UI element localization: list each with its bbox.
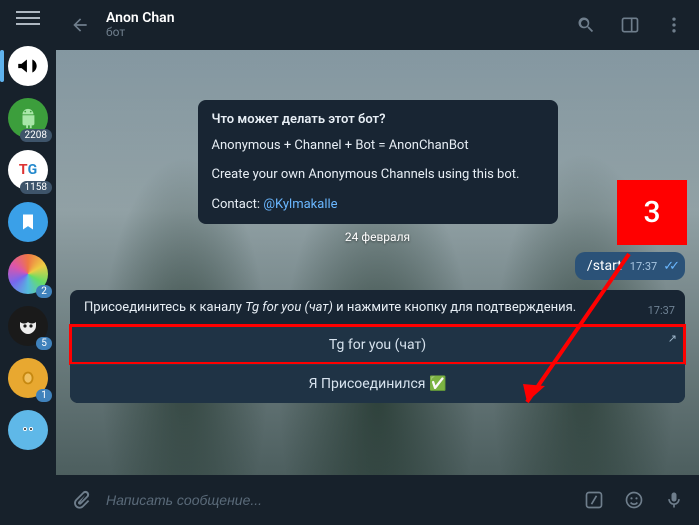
inline-keyboard: Tg for you (чат) ↗ Я Присоединился ✅ xyxy=(70,325,685,403)
chat-list-item-6[interactable]: 5 xyxy=(6,304,50,348)
chat-list-item-1[interactable] xyxy=(6,44,50,88)
compose-bar xyxy=(56,475,699,525)
avatar-face xyxy=(8,410,48,450)
message-input[interactable] xyxy=(106,492,569,508)
chat-list-item-2[interactable]: 2208 xyxy=(6,96,50,140)
outgoing-text: /start xyxy=(587,258,622,274)
read-checks-icon: ✓✓ xyxy=(663,259,675,274)
date-separator: 24 февраля xyxy=(70,230,685,244)
unread-badge: 1158 xyxy=(20,181,52,194)
unread-badge: 2208 xyxy=(20,129,52,142)
hamburger-menu-icon[interactable] xyxy=(16,6,40,30)
more-icon[interactable] xyxy=(657,8,691,42)
chat-subtitle: бот xyxy=(106,26,559,40)
back-arrow-icon[interactable] xyxy=(64,9,96,41)
inline-button-joined[interactable]: Я Присоединился ✅ xyxy=(70,364,685,403)
app-root: 2208 TG 1158 2 5 1 xyxy=(0,0,699,525)
unread-badge: 5 xyxy=(36,337,52,350)
chat-list-item-8[interactable] xyxy=(6,408,50,452)
incoming-time: 17:37 xyxy=(648,304,675,317)
chat-list-item-7[interactable]: 1 xyxy=(6,356,50,400)
chat-sidebar: 2208 TG 1158 2 5 1 xyxy=(0,0,56,525)
external-link-icon: ↗ xyxy=(668,332,677,345)
emoji-icon[interactable] xyxy=(619,485,649,515)
bot-intro-line2: Create your own Anonymous Channels using… xyxy=(212,165,544,185)
chat-list-item-4[interactable] xyxy=(6,200,50,244)
outgoing-message[interactable]: /start 17:37 ✓✓ xyxy=(575,252,685,280)
outgoing-time: 17:37 xyxy=(630,260,657,273)
bot-intro-bubble: Что может делать этот бот? Anonymous + C… xyxy=(198,100,558,224)
annotation-step-number: 3 xyxy=(617,180,687,245)
unread-badge: 2 xyxy=(36,285,52,298)
chat-title: Anon Chan xyxy=(106,10,559,26)
main-panel: Anon Chan бот Что может делать этот бот?… xyxy=(56,0,699,525)
bot-intro-heading: Что может делать этот бот? xyxy=(212,110,544,130)
bookmark-icon xyxy=(8,202,48,242)
incoming-message-group: Присоединитесь к каналу Tg for you (чат)… xyxy=(70,290,685,403)
unread-badge: 1 xyxy=(36,389,52,402)
bot-intro-line1: Anonymous + Channel + Bot = AnonChanBot xyxy=(212,136,544,156)
chat-header: Anon Chan бот xyxy=(56,0,699,50)
chat-list-item-5[interactable]: 2 xyxy=(6,252,50,296)
bot-intro-contact: Contact: @Kylmakalle xyxy=(212,195,544,215)
incoming-message[interactable]: Присоединитесь к каналу Tg for you (чат)… xyxy=(70,290,685,325)
commands-icon[interactable] xyxy=(579,485,609,515)
chat-title-block[interactable]: Anon Chan бот xyxy=(106,10,559,40)
contact-link[interactable]: @Kylmakalle xyxy=(263,197,337,212)
attach-icon[interactable] xyxy=(66,485,96,515)
voice-icon[interactable] xyxy=(659,485,689,515)
search-icon[interactable] xyxy=(569,8,603,42)
side-panel-icon[interactable] xyxy=(613,8,647,42)
inline-button-channel[interactable]: Tg for you (чат) ↗ xyxy=(70,325,685,364)
megaphone-icon xyxy=(8,46,48,86)
chat-list-item-3[interactable]: TG 1158 xyxy=(6,148,50,192)
outgoing-row: /start 17:37 ✓✓ xyxy=(70,252,685,280)
messages-area: Что может делать этот бот? Anonymous + C… xyxy=(56,50,699,475)
